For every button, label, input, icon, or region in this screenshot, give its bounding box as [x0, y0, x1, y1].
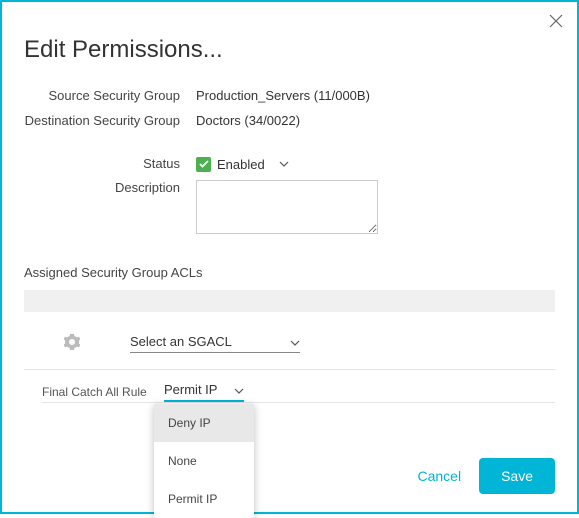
status-dropdown[interactable]: Enabled — [196, 157, 289, 172]
source-group-value: Production_Servers (11/000B) — [196, 88, 555, 103]
acl-section-label: Assigned Security Group ACLs — [2, 247, 577, 280]
chevron-down-icon — [279, 158, 289, 170]
close-icon[interactable] — [549, 12, 563, 33]
catch-all-select[interactable]: Permit IP Deny IPNonePermit IP — [164, 382, 244, 402]
chevron-down-icon — [234, 382, 244, 397]
dropdown-option[interactable]: None — [154, 442, 254, 480]
source-group-label: Source Security Group — [24, 88, 196, 103]
status-text: Enabled — [217, 157, 265, 172]
chevron-down-icon — [290, 334, 300, 349]
catch-all-dropdown: Deny IPNonePermit IP — [154, 404, 254, 518]
dropdown-option[interactable]: Deny IP — [154, 404, 254, 442]
status-value-wrap: Enabled — [196, 156, 555, 172]
edit-permissions-modal: Edit Permissions... Source Security Grou… — [0, 0, 579, 514]
sgacl-row: Select an SGACL — [24, 334, 555, 370]
description-row: Description — [24, 180, 555, 237]
acl-header-bar — [24, 290, 555, 312]
catch-all-label: Final Catch All Rule — [42, 385, 164, 399]
description-label: Description — [24, 180, 196, 195]
save-button[interactable]: Save — [479, 458, 555, 494]
footer: Cancel Save — [417, 458, 555, 494]
dest-group-value: Doctors (34/0022) — [196, 113, 555, 128]
status-row: Status Enabled — [24, 156, 555, 172]
check-icon — [196, 157, 211, 172]
catch-all-row: Final Catch All Rule Permit IP Deny IPNo… — [42, 382, 555, 403]
description-input[interactable] — [196, 180, 378, 234]
dest-group-label: Destination Security Group — [24, 113, 196, 128]
dest-group-row: Destination Security Group Doctors (34/0… — [24, 113, 555, 128]
sgacl-select[interactable]: Select an SGACL — [130, 334, 300, 353]
modal-title: Edit Permissions... — [2, 2, 577, 64]
description-value-wrap — [196, 180, 555, 237]
source-group-row: Source Security Group Production_Servers… — [24, 88, 555, 103]
status-label: Status — [24, 156, 196, 171]
sgacl-select-placeholder: Select an SGACL — [130, 334, 232, 349]
catch-all-value: Permit IP — [164, 382, 217, 397]
cancel-button[interactable]: Cancel — [417, 468, 461, 484]
dropdown-option[interactable]: Permit IP — [154, 480, 254, 518]
gear-icon[interactable] — [64, 334, 80, 353]
form-area: Source Security Group Production_Servers… — [2, 64, 577, 237]
